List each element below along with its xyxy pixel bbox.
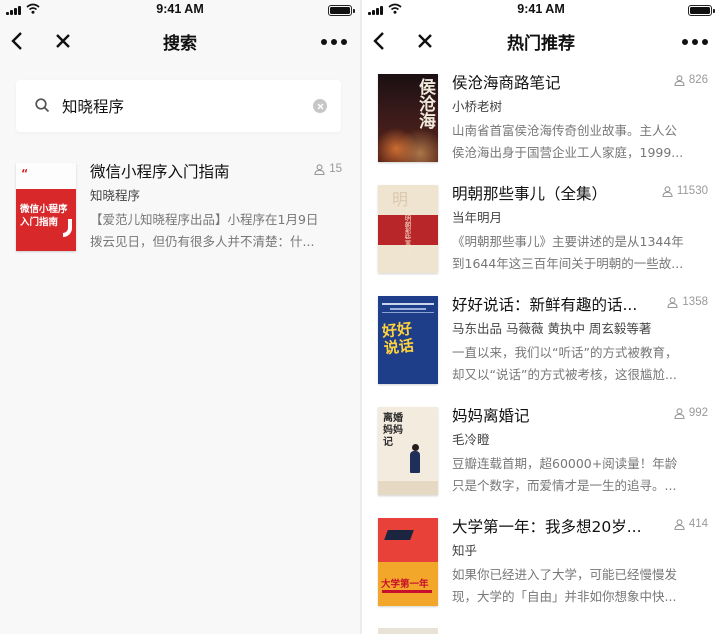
book-item[interactable]: 侯沧海 侯沧海商路笔记 826 小桥老树 山南省首富侯沧海传奇创业故事。主人公 … [378, 74, 708, 178]
person-icon [674, 74, 685, 86]
more-icon-dot [321, 39, 327, 45]
person-icon [314, 163, 325, 175]
book-description: 【爱范儿知晓程序出品】小程序在1月9日 拨云见日，但仍有很多人并不清楚：什... [90, 212, 319, 249]
cover-title: 微信小程序 [20, 204, 68, 215]
reader-count: 15 [314, 163, 342, 175]
book-author: 知乎 [452, 543, 478, 558]
more-icon-dot [331, 39, 337, 45]
book-description: 一直以来，我们以“听话”的方式被教育， 却又以“说话”的方式被考核，这很尴尬..… [452, 345, 678, 382]
reader-count: 414 [674, 518, 708, 530]
search-input[interactable]: 知晓程序 [16, 80, 341, 132]
battery-icon [688, 5, 715, 16]
book-cover-partial [378, 628, 438, 634]
book-description: 《明朝那些事儿》主要讲述的是从1344年 到1644年这三百年间关于明朝的一些故… [452, 234, 684, 271]
more-icon-dot [341, 39, 347, 45]
cover-title: 好好 说话 [381, 319, 415, 358]
person-icon [667, 296, 678, 308]
book-item[interactable]: 大学第一年 大学第一年：我多想20岁... 414 知乎 如果你已经进入了大学，… [378, 518, 708, 622]
book-cover: 侯沧海 [378, 74, 438, 162]
cover-title: 侯沧海 [415, 78, 435, 129]
page-title: 搜索 [163, 34, 197, 54]
book-item[interactable]: 好好 说话 好好说话：新鲜有趣的话... 1358 马东出品 马薇薇 黄执中 周玄… [378, 296, 708, 400]
page-title: 热门推荐 [507, 34, 575, 54]
book-title: 妈妈离婚记 [452, 407, 530, 425]
book-title: 侯沧海商路笔记 [452, 74, 561, 92]
reader-count: 11530 [662, 185, 708, 197]
book-title: 明朝那些事儿（全集） [452, 185, 608, 203]
book-cover: 明 明朝那些事儿 [378, 185, 438, 273]
cover-title: 大学第一年 [381, 579, 429, 590]
status-bar: 9:41 AM [362, 0, 720, 20]
recommend-screen: 9:41 AM 热门推荐 侯沧海 侯沧海商路笔记 826 小桥老树 山南省首富侯… [362, 0, 720, 634]
more-icon-dot [702, 39, 708, 45]
book-item[interactable]: 离婚 妈妈记 妈妈离婚记 992 毛冷瞪 豆瓣连载首期，超60000+阅读量！年龄… [378, 407, 708, 511]
more-button[interactable] [321, 38, 347, 46]
book-description: 豆瓣连载首期，超60000+阅读量！年龄 只是个数字，而爱情才是一生的追寻。..… [452, 456, 678, 493]
more-icon-dot [692, 39, 698, 45]
book-description: 山南省首富侯沧海传奇创业故事。主人公 侯沧海出身于国营企业工人家庭，1999..… [452, 123, 684, 160]
search-query: 知晓程序 [62, 98, 125, 116]
cover-subtitle: 入门指南 [20, 217, 59, 228]
nav-bar: 搜索 [0, 20, 360, 62]
status-bar: 9:41 AM [0, 0, 360, 20]
book-cover: 大学第一年 [378, 518, 438, 606]
book-item[interactable]: 明 明朝那些事儿 明朝那些事儿（全集） 11530 当年明月 《明朝那些事儿》主… [378, 185, 708, 289]
reader-count: 992 [674, 407, 708, 419]
more-button[interactable] [682, 38, 708, 46]
book-cover: “ 微信小程序 入门指南 [16, 163, 76, 251]
nav-bar: 热门推荐 [362, 20, 720, 62]
cover-title: 离婚 妈妈记 [383, 413, 403, 448]
cover-title: 明朝那些事儿 [403, 215, 411, 254]
book-cover: 离婚 妈妈记 [378, 407, 438, 495]
search-icon [35, 98, 50, 113]
book-author: 知晓程序 [90, 188, 141, 203]
search-screen: 9:41 AM 搜索 知晓程序 “ 微信小程序 入门指南 微信小程序入门指南 1… [0, 0, 360, 634]
more-icon-dot [682, 39, 688, 45]
status-time: 9:41 AM [517, 2, 565, 16]
battery-icon [328, 5, 355, 16]
book-author: 当年明月 [452, 210, 503, 225]
cover-quote: “ [21, 167, 29, 180]
person-icon [674, 518, 685, 530]
book-author: 马东出品 马薇薇 黄执中 周玄毅等著 [452, 321, 652, 336]
book-cover: 好好 说话 [378, 296, 438, 384]
status-time: 9:41 AM [156, 2, 204, 16]
book-title: 大学第一年：我多想20岁... [452, 518, 642, 536]
clear-icon[interactable] [313, 99, 327, 113]
book-title: 好好说话：新鲜有趣的话... [452, 296, 638, 314]
reader-count: 826 [674, 74, 708, 86]
reader-count: 1358 [667, 296, 708, 308]
book-author: 毛冷瞪 [452, 432, 490, 447]
book-title: 微信小程序入门指南 [90, 163, 230, 181]
book-description: 如果你已经进入了大学，可能已经慢慢发 现，大学的「自由」并非如你想象中快... [452, 567, 678, 604]
person-icon [674, 407, 685, 419]
book-author: 小桥老树 [452, 99, 503, 114]
search-result-item[interactable]: “ 微信小程序 入门指南 微信小程序入门指南 15 知晓程序 【爱范儿知晓程序出… [16, 163, 346, 267]
person-icon [662, 185, 673, 197]
